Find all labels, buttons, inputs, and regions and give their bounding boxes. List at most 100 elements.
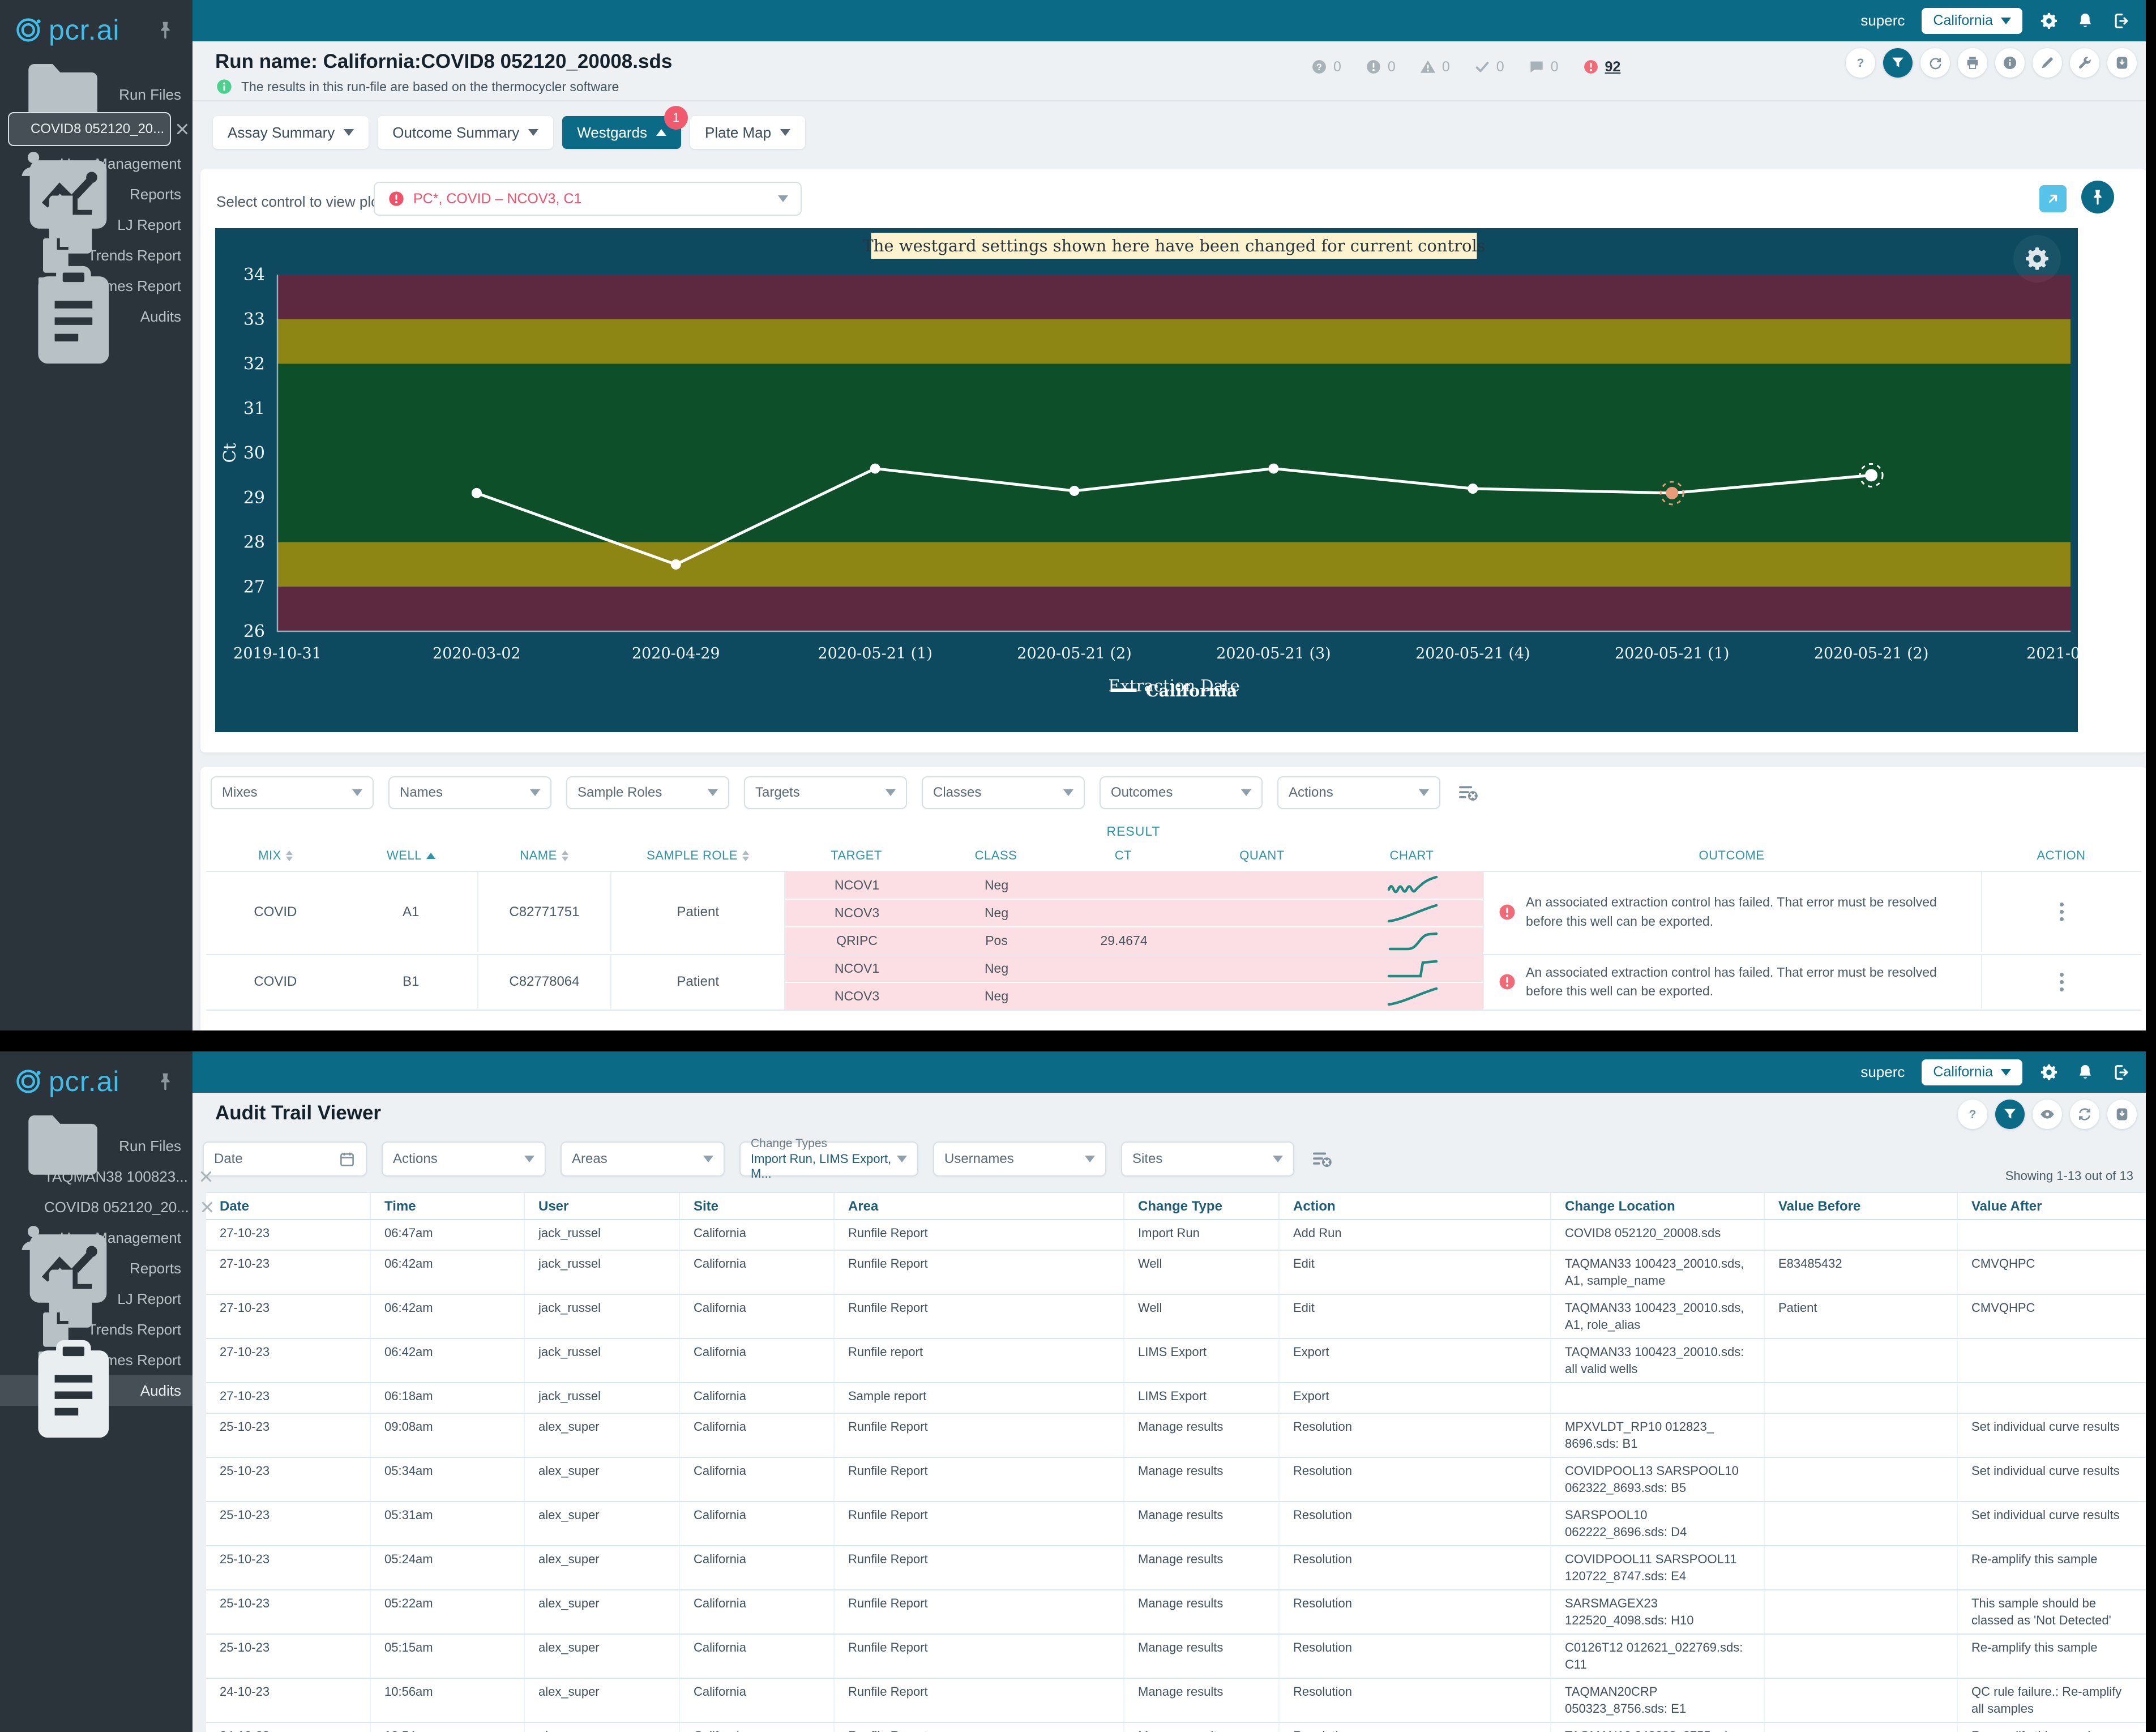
sidebar-pin-icon[interactable] xyxy=(155,20,176,40)
column-target[interactable]: TARGET xyxy=(785,848,928,863)
sidebar-item-run-files[interactable]: Run Files xyxy=(0,63,192,123)
logout-icon[interactable] xyxy=(2112,11,2131,31)
filter-actions[interactable]: Actions xyxy=(1277,776,1440,809)
settings-icon[interactable] xyxy=(2039,11,2059,31)
download-button[interactable] xyxy=(2107,48,2137,78)
sort-icon[interactable] xyxy=(742,850,749,861)
badge-warn: 0 xyxy=(1419,58,1450,75)
audit-row[interactable]: 25-10-23 05:22am alex_super California Runfi… xyxy=(206,1590,2146,1635)
tab-assay-summary[interactable]: Assay Summary xyxy=(213,116,369,149)
sort-icon[interactable] xyxy=(285,850,293,861)
sort-icon[interactable] xyxy=(561,850,568,861)
site-selector[interactable]: California xyxy=(1922,7,2022,34)
row-actions-menu[interactable] xyxy=(2054,967,2069,997)
site-selector[interactable]: California xyxy=(1922,1059,2022,1085)
column-mix[interactable]: MIX xyxy=(206,848,345,863)
clear-filters-icon[interactable] xyxy=(1456,781,1480,805)
filter-sites[interactable]: Sites xyxy=(1121,1141,1294,1177)
notifications-icon[interactable] xyxy=(2076,11,2095,31)
column-sample-role[interactable]: SAMPLE ROLE xyxy=(611,848,785,863)
audit-row[interactable]: 24-10-23 10:56am alex_super California Runfi… xyxy=(206,1679,2146,1723)
sidebar-item-audits[interactable]: Audits xyxy=(0,1340,192,1438)
help-button[interactable]: ? xyxy=(1958,1100,1987,1129)
audit-row[interactable]: 25-10-23 05:24am alex_super California Runfi… xyxy=(206,1546,2146,1590)
column-value-before[interactable]: Value Before xyxy=(1764,1193,1957,1219)
badge-comment: 0 xyxy=(1528,58,1559,75)
audit-row[interactable]: 27-10-23 06:42am jack_russel California Runf… xyxy=(206,1339,2146,1383)
levey-jennings-chart[interactable]: 26 27 28 29 30 31 32 33 34 Ct 2019-10-31 2020-03-02… xyxy=(215,228,2115,732)
tab-outcome-summary[interactable]: Outcome Summary xyxy=(378,116,554,149)
audit-row[interactable]: 24-10-2310:54amalex_superCaliforniaRunfi… xyxy=(206,1723,2146,1732)
notifications-icon[interactable] xyxy=(2076,1063,2095,1082)
refresh-button[interactable] xyxy=(2070,1100,2099,1129)
column-site[interactable]: Site xyxy=(679,1193,833,1219)
column-date[interactable]: Date xyxy=(206,1193,370,1219)
eye-button[interactable] xyxy=(2033,1100,2062,1129)
column-quant[interactable]: QUANT xyxy=(1183,848,1341,863)
audit-row[interactable]: 25-10-23 05:34am alex_super California Runfi… xyxy=(206,1458,2146,1502)
column-change-type[interactable]: Change Type xyxy=(1123,1193,1278,1219)
column-area[interactable]: Area xyxy=(833,1193,1123,1219)
filter-names[interactable]: Names xyxy=(388,776,551,809)
column-change-location[interactable]: Change Location xyxy=(1550,1193,1764,1219)
help-button[interactable]: ? xyxy=(1846,48,1875,78)
clear-filters-icon[interactable] xyxy=(1310,1147,1334,1171)
filter-areas[interactable]: Areas xyxy=(561,1141,725,1177)
audit-row[interactable]: 25-10-23 05:15am alex_super California Runfi… xyxy=(206,1635,2146,1679)
sidebar-item-lj-report[interactable]: LJ Report xyxy=(0,195,192,254)
logout-icon[interactable] xyxy=(2112,1063,2131,1082)
info-button[interactable] xyxy=(1995,48,2025,78)
audit-row[interactable]: 27-10-23 06:42am jack_russel California Runf… xyxy=(206,1251,2146,1295)
column-value-after[interactable]: Value After xyxy=(1957,1193,2145,1219)
pin-chart-button[interactable] xyxy=(2081,181,2114,213)
audit-row[interactable]: 27-10-23 06:18am jack_russel California Samp… xyxy=(206,1383,2146,1414)
column-class[interactable]: CLASS xyxy=(928,848,1064,863)
column-action[interactable]: Action xyxy=(1278,1193,1550,1219)
tab-westgards[interactable]: Westgards 1 xyxy=(562,106,688,149)
sidebar-item-covid8-052120-20[interactable]: COVID8 052120_20... xyxy=(8,112,188,146)
badge-errors[interactable]: 92 xyxy=(1582,58,1620,75)
filter-classes[interactable]: Classes xyxy=(922,776,1085,809)
redo-button[interactable] xyxy=(1920,48,1950,78)
column-outcome[interactable]: OUTCOME xyxy=(1482,848,1981,863)
sidebar-item-run-files[interactable]: Run Files xyxy=(0,1115,192,1175)
column-action[interactable]: ACTION xyxy=(1981,848,2141,863)
expand-chart-button[interactable] xyxy=(2039,185,2067,212)
control-select[interactable]: PC*, COVID – NCOV3, C1 xyxy=(374,182,802,216)
column-ct[interactable]: CT xyxy=(1064,848,1183,863)
edit-button[interactable] xyxy=(2033,48,2062,78)
column-user[interactable]: User xyxy=(524,1193,679,1219)
download-button[interactable] xyxy=(2107,1100,2137,1129)
filter-sample-roles[interactable]: Sample Roles xyxy=(566,776,729,809)
row-actions-menu[interactable] xyxy=(2054,897,2069,927)
close-icon[interactable] xyxy=(174,121,190,137)
wrench-button[interactable] xyxy=(2070,48,2099,78)
sidebar-pin-icon[interactable] xyxy=(155,1071,176,1092)
sidebar-item-audits[interactable]: Audits xyxy=(0,266,192,364)
filter-targets[interactable]: Targets xyxy=(744,776,907,809)
close-icon[interactable] xyxy=(198,1169,214,1184)
filter-actions[interactable]: Actions xyxy=(382,1141,546,1177)
audit-row[interactable]: 27-10-23 06:47am jack_russel California Runf… xyxy=(206,1220,2146,1251)
settings-icon[interactable] xyxy=(2039,1063,2059,1082)
close-icon[interactable] xyxy=(199,1199,215,1215)
filter-change-types[interactable]: Change Types Import Run, LIMS Export, M..… xyxy=(739,1137,918,1181)
filter-button[interactable] xyxy=(1995,1100,2025,1129)
filter-usernames[interactable]: Usernames xyxy=(933,1141,1106,1177)
column-time[interactable]: Time xyxy=(370,1193,524,1219)
filter-mixes[interactable]: Mixes xyxy=(211,776,374,809)
sort-asc-icon[interactable] xyxy=(426,852,435,859)
print-button[interactable] xyxy=(1958,48,1987,78)
audit-row[interactable]: 25-10-23 09:08am alex_super California Runfi… xyxy=(206,1414,2146,1458)
tab-plate-map[interactable]: Plate Map xyxy=(690,116,806,149)
filter-date[interactable]: Date xyxy=(203,1141,367,1177)
column-chart[interactable]: CHART xyxy=(1341,848,1482,863)
audit-row[interactable]: 25-10-23 05:31am alex_super California Runfi… xyxy=(206,1502,2146,1546)
filter-button[interactable] xyxy=(1883,48,1913,78)
column-well[interactable]: WELL xyxy=(345,848,477,863)
filter-outcomes[interactable]: Outcomes xyxy=(1100,776,1263,809)
sidebar-item-lj-report[interactable]: LJ Report xyxy=(0,1269,192,1328)
column-name[interactable]: NAME xyxy=(477,848,611,863)
audit-row[interactable]: 27-10-23 06:42am jack_russel California Runf… xyxy=(206,1295,2146,1339)
sidebar-item-taqman38-100823[interactable]: TAQMAN38 100823... xyxy=(0,1161,211,1192)
